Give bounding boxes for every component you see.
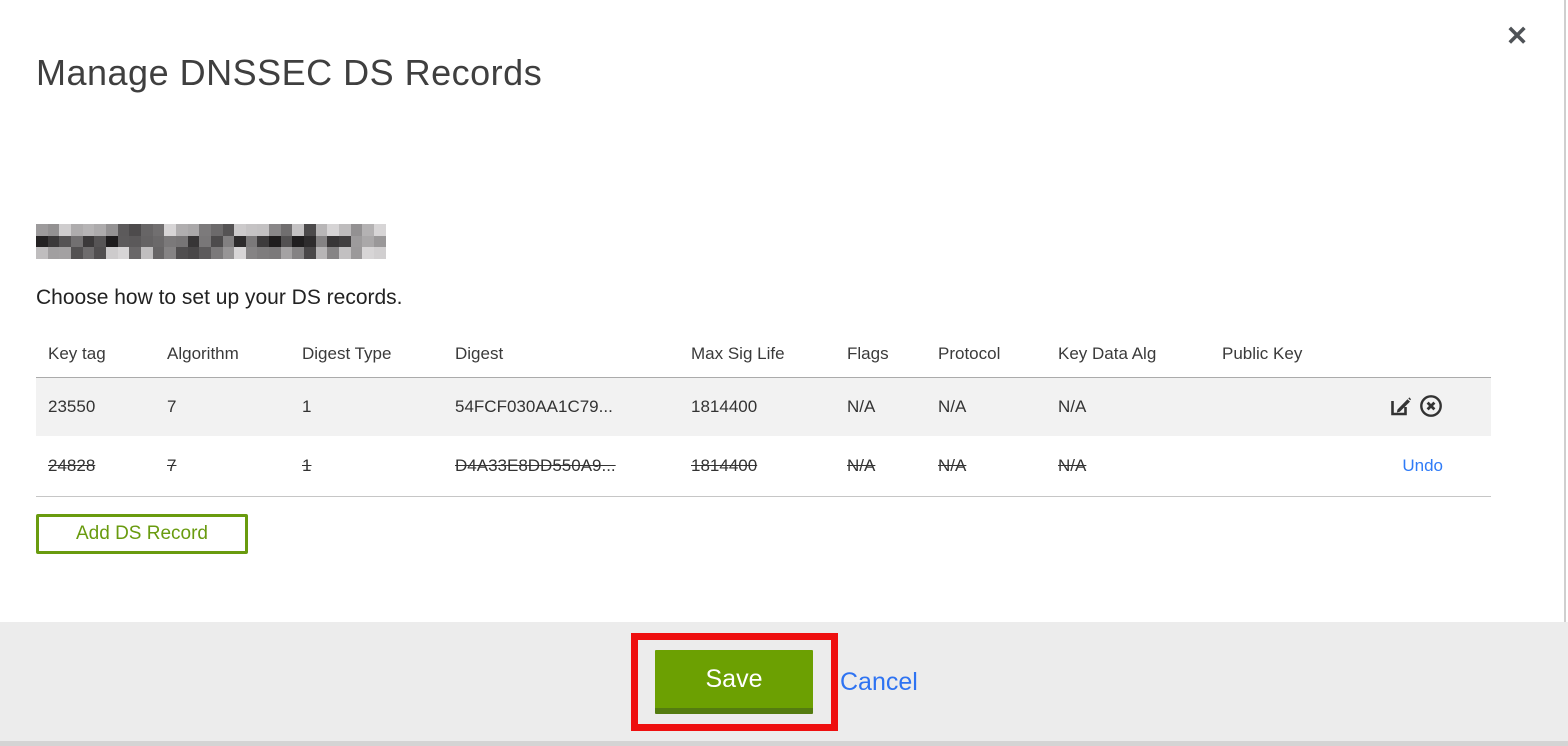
delete-record-button[interactable] — [1419, 395, 1443, 419]
cell-digest: D4A33E8DD550A9... — [455, 456, 616, 475]
col-header-max-sig-life: Max Sig Life — [691, 343, 785, 363]
cancel-link[interactable]: Cancel — [840, 668, 918, 697]
cell-algorithm: 7 — [167, 397, 177, 416]
row-actions — [1359, 395, 1455, 419]
cell-digest-type: 1 — [302, 397, 312, 416]
add-ds-record-button[interactable]: Add DS Record — [36, 514, 248, 554]
page-bottom-strip — [0, 741, 1568, 746]
subtitle-text: Choose how to set up your DS records. — [36, 286, 403, 309]
cell-digest-type: 1 — [302, 456, 312, 475]
cell-digest: 54FCF030AA1C79... — [455, 397, 613, 416]
dnssec-modal: Manage DNSSEC DS Records ✕ Choose how to… — [0, 0, 1568, 746]
row-actions: Undo — [1359, 456, 1455, 476]
save-button[interactable]: Save — [655, 650, 813, 714]
close-icon[interactable]: ✕ — [1499, 18, 1535, 54]
cell-key-data-alg: N/A — [1058, 397, 1087, 416]
col-header-digest: Digest — [455, 343, 504, 363]
col-header-flags: Flags — [847, 343, 889, 363]
cell-protocol: N/A — [938, 456, 967, 475]
col-header-public-key: Public Key — [1222, 343, 1303, 363]
cell-key-data-alg: N/A — [1058, 456, 1087, 475]
page-title: Manage DNSSEC DS Records — [36, 52, 543, 94]
col-header-protocol: Protocol — [938, 343, 1001, 363]
table-header-row: Key tag Algorithm Digest Type Digest Max… — [36, 330, 1491, 377]
edit-record-button[interactable] — [1388, 395, 1412, 419]
cell-key-tag: 23550 — [48, 397, 96, 416]
delete-circle-x-icon — [1419, 395, 1443, 419]
col-header-digest-type: Digest Type — [302, 343, 392, 363]
edit-icon — [1388, 395, 1412, 419]
col-header-algorithm: Algorithm — [167, 343, 239, 363]
cell-flags: N/A — [847, 397, 876, 416]
redacted-domain-name — [36, 224, 386, 259]
table-row: 23550 7 1 54FCF030AA1C79... 1814400 N/A … — [36, 377, 1491, 436]
cell-algorithm: 7 — [167, 456, 177, 475]
col-header-key-data-alg: Key Data Alg — [1058, 343, 1157, 363]
table-row-deleted: 24828 7 1 D4A33E8DD550A9... 1814400 N/A … — [36, 436, 1491, 497]
cell-key-tag: 24828 — [48, 456, 96, 475]
ds-records-table: Key tag Algorithm Digest Type Digest Max… — [36, 330, 1491, 497]
cell-max-sig-life: 1814400 — [691, 397, 758, 416]
cell-protocol: N/A — [938, 397, 967, 416]
col-header-key-tag: Key tag — [48, 343, 106, 363]
cell-max-sig-life: 1814400 — [691, 456, 758, 475]
undo-link[interactable]: Undo — [1402, 456, 1443, 476]
cell-flags: N/A — [847, 456, 876, 475]
